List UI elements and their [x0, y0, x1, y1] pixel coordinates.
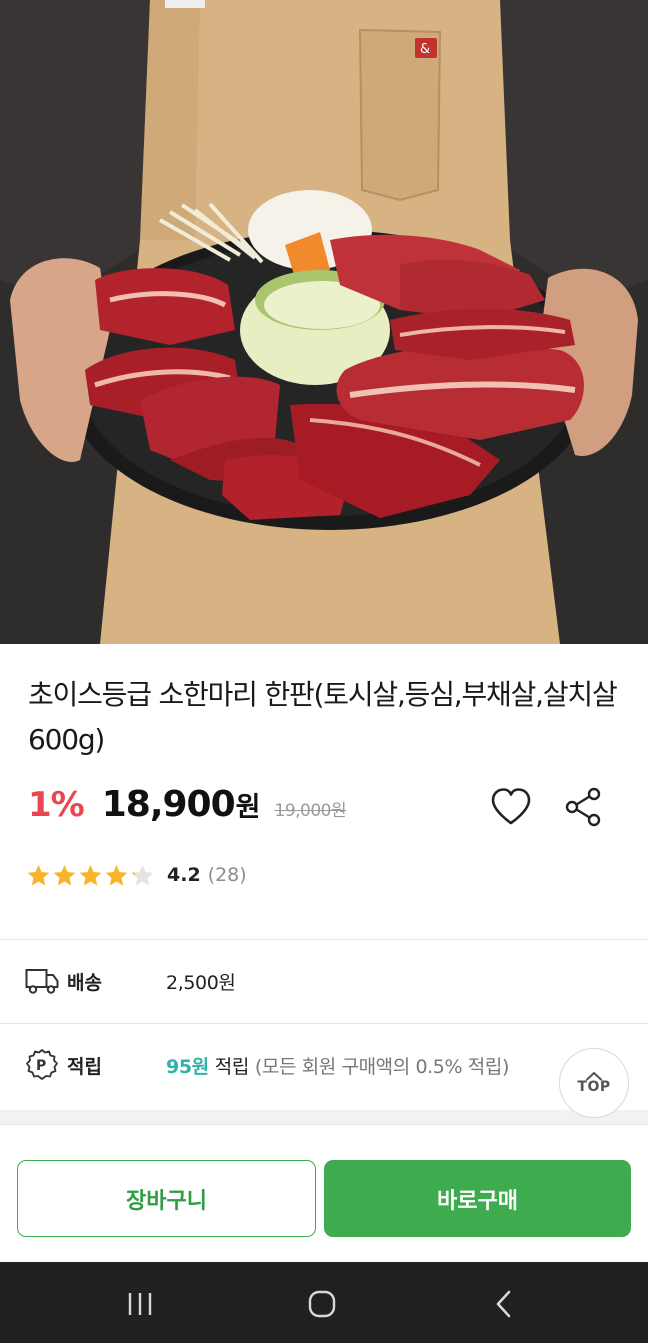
points-note: (모든 회원 구매액의 0.5% 적립) [254, 1055, 509, 1078]
rating-score: 4.2 [167, 864, 201, 886]
wishlist-button[interactable] [490, 787, 532, 827]
star-icon [105, 864, 128, 885]
shipping-fee: 2,500원 [166, 971, 236, 994]
star-icon [79, 864, 102, 885]
rating[interactable]: 4.2 (28) [26, 860, 247, 890]
system-navigation-bar [0, 1262, 648, 1343]
back-icon [496, 1290, 511, 1318]
heart-icon [491, 788, 531, 825]
star-icon [53, 864, 76, 885]
buy-now-button[interactable]: 바로구매 [324, 1160, 631, 1237]
section-separator-line [0, 1124, 648, 1134]
truck-icon [24, 963, 60, 999]
price-row: 1% 18,900 원 19,000원 [28, 784, 347, 832]
price-unit: 원 [235, 792, 261, 823]
points-amount: 95원 [166, 1055, 209, 1078]
recent-apps-button[interactable] [118, 1282, 162, 1326]
points-value: 95원 적립 (모든 회원 구매액의 0.5% 적립) [166, 1052, 509, 1079]
star-icon [27, 864, 50, 885]
divider [0, 939, 648, 940]
share-button[interactable] [564, 787, 604, 827]
svg-text:&: & [420, 42, 430, 57]
recent-apps-icon [128, 1293, 152, 1315]
star-icon [131, 864, 154, 885]
points-label: 적립 [67, 1055, 102, 1078]
top-label: TOP [577, 1079, 611, 1095]
points-row: P 적립 95원 적립 (모든 회원 구매액의 0.5% 적립) [24, 1045, 509, 1085]
home-icon [308, 1290, 336, 1318]
original-price: 19,000원 [274, 801, 347, 821]
product-title: 초이스등급 소한마리 한판(토시살,등심,부채살,살치살 600g) [28, 678, 618, 756]
add-to-cart-button[interactable]: 장바구니 [17, 1160, 316, 1237]
sale-price: 18,900 [101, 784, 236, 825]
discount-rate: 1% [28, 785, 85, 825]
scroll-top-button[interactable]: TOP [559, 1048, 629, 1118]
review-count: (28) [207, 864, 247, 886]
product-image: & [0, 0, 648, 644]
divider [0, 1023, 648, 1024]
shipping-row: 배송 2,500원 [24, 961, 236, 1001]
point-icon: P [24, 1047, 60, 1083]
points-word: 적립 [214, 1055, 250, 1078]
product-photo-illustration: & [0, 0, 648, 644]
section-separator [0, 1110, 648, 1124]
star-rating [26, 863, 155, 888]
share-icon [565, 787, 601, 827]
shipping-label: 배송 [67, 971, 102, 994]
home-button[interactable] [300, 1282, 344, 1326]
back-button[interactable] [482, 1282, 526, 1326]
svg-text:P: P [36, 1058, 46, 1074]
